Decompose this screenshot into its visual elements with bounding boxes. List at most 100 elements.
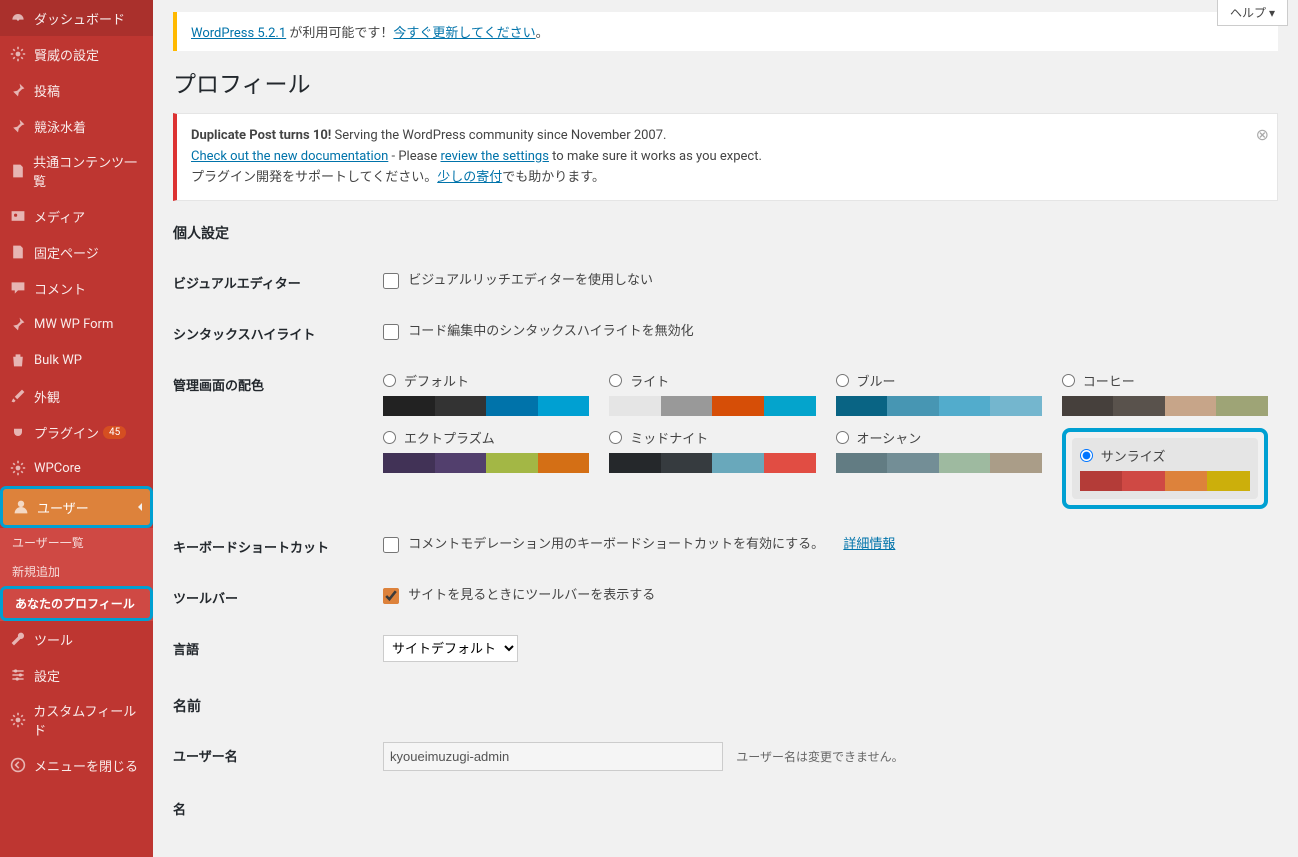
color-scheme-2[interactable]: ブルー: [836, 371, 1042, 416]
doc-link[interactable]: Check out the new documentation: [191, 149, 388, 164]
page-title: プロフィール: [173, 65, 1278, 99]
color-scheme-1[interactable]: ライト: [609, 371, 815, 416]
dismiss-icon[interactable]: ⊗: [1256, 122, 1269, 148]
sidebar-item-13[interactable]: ユーザー: [0, 486, 153, 528]
submenu-item-2[interactable]: あなたのプロフィール: [0, 586, 153, 621]
sidebar-item-label: 固定ページ: [34, 243, 99, 262]
scheme-radio[interactable]: [383, 431, 396, 444]
toolbar-checkbox-label[interactable]: サイトを見るときにツールバーを表示する: [383, 588, 655, 603]
color-scheme-4[interactable]: エクトプラズム: [383, 428, 589, 509]
language-select[interactable]: サイトデフォルト: [383, 635, 518, 662]
sidebar-item-label: 外観: [34, 387, 60, 406]
shortcuts-checkbox[interactable]: [383, 537, 399, 553]
sidebar-item-2[interactable]: 投稿: [0, 72, 153, 108]
sidebar-item-9[interactable]: Bulk WP: [0, 342, 153, 378]
scheme-radio[interactable]: [609, 374, 622, 387]
sidebar-item-label: カスタムフィールド: [33, 701, 145, 739]
visual-editor-checkbox-label[interactable]: ビジュアルリッチエディターを使用しない: [383, 273, 653, 288]
sidebar-item-label: メニューを閉じる: [34, 756, 138, 775]
sidebar-item-label: WPCore: [34, 461, 81, 476]
scheme-radio[interactable]: [1062, 374, 1075, 387]
shortcuts-info-link[interactable]: 詳細情報: [843, 537, 895, 552]
scheme-name: ブルー: [857, 371, 896, 390]
scheme-radio[interactable]: [1080, 449, 1093, 462]
syntax-checkbox[interactable]: [383, 324, 399, 340]
color-scheme-5[interactable]: ミッドナイト: [609, 428, 815, 509]
scheme-name: デフォルト: [404, 371, 469, 390]
main-content: ヘルプ ▾ WordPress 5.2.1 が利用可能です！今すぐ更新してくださ…: [153, 0, 1298, 857]
comment-icon: [8, 278, 28, 298]
label-shortcuts: キーボードショートカット: [173, 521, 373, 572]
color-scheme-3[interactable]: コーヒー: [1062, 371, 1268, 416]
scheme-radio[interactable]: [383, 374, 396, 387]
wrench-icon: [8, 629, 28, 649]
collapse-icon: [8, 755, 28, 775]
brush-icon: [8, 386, 28, 406]
sidebar-item-11[interactable]: プラグイン 45: [0, 414, 153, 450]
submenu-item-1[interactable]: 新規追加: [0, 557, 153, 586]
label-visual-editor: ビジュアルエディター: [173, 257, 373, 308]
username-desc: ユーザー名は変更できません。: [736, 750, 903, 764]
pin-icon: [8, 314, 28, 334]
sidebar-item-12[interactable]: WPCore: [0, 450, 153, 486]
update-now-link[interactable]: 今すぐ更新してください: [393, 26, 535, 41]
section-name: 名前: [173, 696, 1278, 716]
sidebar-item-1[interactable]: 賢威の設定: [0, 36, 153, 72]
sidebar-item-label: 投稿: [34, 81, 60, 100]
sidebar-item-8[interactable]: MW WP Form: [0, 306, 153, 342]
sidebar-item-label: Bulk WP: [34, 353, 82, 368]
user-icon: [11, 497, 31, 517]
section-personal: 個人設定: [173, 223, 1278, 243]
sidebar-item-0[interactable]: ダッシュボード: [0, 0, 153, 36]
wp-version-link[interactable]: WordPress 5.2.1: [191, 26, 286, 41]
label-syntax: シンタックスハイライト: [173, 308, 373, 359]
media-icon: [8, 206, 28, 226]
sidebar-item-label: ツール: [34, 630, 73, 649]
sidebar-item-label: コメント: [34, 279, 86, 298]
sidebar-item-15[interactable]: 設定: [0, 657, 153, 693]
sidebar-item-label: 共通コンテンツ一覧: [33, 152, 145, 190]
label-toolbar: ツールバー: [173, 572, 373, 623]
shortcuts-checkbox-label[interactable]: コメントモデレーション用のキーボードショートカットを有効にする。: [383, 537, 824, 552]
scheme-radio[interactable]: [836, 431, 849, 444]
color-scheme-6[interactable]: オーシャン: [836, 428, 1042, 509]
settings-link[interactable]: review the settings: [441, 149, 549, 164]
dashboard-icon: [8, 8, 28, 28]
sidebar-item-14[interactable]: ツール: [0, 621, 153, 657]
gear-icon: [8, 44, 28, 64]
syntax-checkbox-label[interactable]: コード編集中のシンタックスハイライトを無効化: [383, 324, 694, 339]
sidebar-item-4[interactable]: 共通コンテンツ一覧: [0, 144, 153, 198]
sidebar-item-6[interactable]: 固定ページ: [0, 234, 153, 270]
scheme-radio[interactable]: [609, 431, 622, 444]
sidebar-item-label: 設定: [34, 666, 60, 685]
sidebar-item-3[interactable]: 競泳水着: [0, 108, 153, 144]
gear-icon: [8, 710, 27, 730]
help-tab[interactable]: ヘルプ ▾: [1217, 0, 1288, 26]
scheme-name: コーヒー: [1083, 371, 1135, 390]
color-scheme-0[interactable]: デフォルト: [383, 371, 589, 416]
notice-text: が利用可能です！: [286, 26, 393, 41]
donate-link[interactable]: 少しの寄付: [437, 170, 502, 185]
plugin-notice: ⊗ Duplicate Post turns 10! Serving the W…: [173, 113, 1278, 201]
color-swatches: [1080, 471, 1250, 491]
sidebar-item-label: 競泳水着: [34, 117, 86, 136]
submenu-item-0[interactable]: ユーザー一覧: [0, 528, 153, 557]
sidebar-item-label: MW WP Form: [34, 317, 113, 332]
notice-bold: Duplicate Post turns 10!: [191, 128, 331, 143]
color-scheme-7[interactable]: サンライズ: [1072, 438, 1258, 499]
visual-editor-checkbox[interactable]: [383, 273, 399, 289]
admin-sidebar: ダッシュボード賢威の設定投稿競泳水着共通コンテンツ一覧メディア固定ページコメント…: [0, 0, 153, 857]
sliders-icon: [8, 665, 28, 685]
toolbar-checkbox[interactable]: [383, 588, 399, 604]
sidebar-item-17[interactable]: メニューを閉じる: [0, 747, 153, 783]
scheme-radio[interactable]: [836, 374, 849, 387]
sidebar-item-16[interactable]: カスタムフィールド: [0, 693, 153, 747]
sidebar-item-5[interactable]: メディア: [0, 198, 153, 234]
badge: 45: [103, 426, 126, 439]
sidebar-item-10[interactable]: 外観: [0, 378, 153, 414]
sidebar-item-label: プラグイン: [34, 423, 99, 442]
sidebar-item-7[interactable]: コメント: [0, 270, 153, 306]
color-swatches: [1062, 396, 1268, 416]
sidebar-item-label: メディア: [34, 207, 85, 226]
color-swatches: [609, 396, 815, 416]
